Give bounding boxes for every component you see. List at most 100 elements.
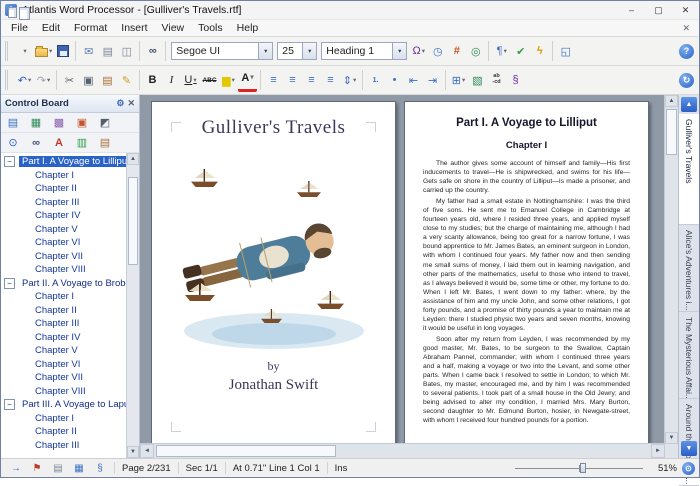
- binoculars-find-icon[interactable]: ∞: [143, 41, 162, 61]
- tree-part[interactable]: −Part III. A Voyage to Laputa, Balnib: [1, 398, 126, 412]
- binoculars-panel-icon[interactable]: ∞: [28, 135, 44, 151]
- statistics-panel-icon[interactable]: ▥: [74, 135, 90, 151]
- insert-hyperlink-icon[interactable]: ◎: [466, 41, 485, 61]
- tabs-scroll-up-button[interactable]: ▲: [681, 97, 697, 112]
- format-painter-icon[interactable]: ✎: [117, 70, 136, 90]
- dropdown-arrow-icon[interactable]: ▾: [250, 74, 253, 82]
- scroll-left-icon[interactable]: ◄: [140, 444, 154, 458]
- part-heading[interactable]: Part I. A Voyage to Lilliput: [423, 117, 630, 129]
- close-button[interactable]: ✕: [672, 1, 699, 19]
- tree-chapter[interactable]: Chapter VIII: [1, 385, 126, 399]
- zoom-options-icon[interactable]: ⊙: [682, 461, 695, 475]
- save-icon[interactable]: [53, 41, 72, 61]
- collapse-icon[interactable]: −: [4, 399, 15, 411]
- open-folder-icon[interactable]: ▾: [34, 41, 53, 61]
- highlight-icon[interactable]: ▆ ▾: [219, 70, 238, 90]
- body-paragraph[interactable]: The author gives some account of himself…: [423, 159, 630, 195]
- combo-arrow-icon[interactable]: ▾: [302, 43, 317, 59]
- paste-icon[interactable]: ▤: [98, 70, 117, 90]
- tree-chapter[interactable]: Chapter I: [1, 169, 126, 183]
- dropdown-arrow-icon[interactable]: ▾: [28, 76, 31, 84]
- document-tab[interactable]: Alice's Adventures i...: [679, 225, 699, 312]
- gallery-icon[interactable]: ▦: [28, 115, 44, 131]
- insert-mode-indicator[interactable]: Ins: [331, 463, 352, 474]
- dropdown-arrow-icon[interactable]: ▾: [47, 76, 50, 84]
- help-icon[interactable]: ?: [679, 43, 694, 59]
- scroll-up-icon[interactable]: ▲: [665, 95, 678, 107]
- tree-chapter[interactable]: Chapter III: [1, 317, 126, 331]
- strikethrough-icon[interactable]: ABC: [200, 70, 219, 90]
- autocorrect-icon[interactable]: ϟ: [530, 41, 549, 61]
- menu-tools[interactable]: Tools: [191, 22, 230, 34]
- zoom-slider-thumb[interactable]: [580, 463, 587, 473]
- jump-icon[interactable]: →: [8, 461, 24, 476]
- font-name-combo[interactable]: Segoe UI ▾: [171, 42, 274, 60]
- clipbook-icon[interactable]: ▤: [5, 115, 21, 131]
- formatting-marks-icon[interactable]: ¶ ▾: [492, 41, 511, 61]
- dropdown-arrow-icon[interactable]: ▾: [49, 47, 52, 55]
- print-icon[interactable]: ▤: [98, 41, 117, 61]
- numbered-list-icon[interactable]: 1.: [366, 70, 385, 90]
- close-document-icon[interactable]: ✕: [676, 23, 696, 34]
- maximize-button[interactable]: ▢: [645, 1, 672, 19]
- toolbar-handle[interactable]: [5, 41, 11, 61]
- dropdown-arrow-icon[interactable]: ▾: [232, 76, 235, 84]
- document-tab[interactable]: Gulliver's Travels: [679, 114, 699, 225]
- hyphenation-icon[interactable]: ab -cd: [487, 70, 506, 90]
- document-tab[interactable]: The Mysterious Affai...: [679, 312, 699, 399]
- new-document-icon[interactable]: ▾: [15, 7, 34, 61]
- tree-chapter[interactable]: Chapter VI: [1, 236, 126, 250]
- print-preview-icon[interactable]: ◫: [117, 41, 136, 61]
- increase-indent-icon[interactable]: ⇥: [423, 70, 442, 90]
- tree-chapter[interactable]: Chapter V: [1, 223, 126, 237]
- combo-arrow-icon[interactable]: ▾: [258, 43, 273, 59]
- scrollbar-thumb[interactable]: [156, 445, 336, 457]
- align-left-icon[interactable]: ≡: [264, 70, 283, 90]
- spellcheck-icon[interactable]: ✔: [511, 41, 530, 61]
- dropdown-arrow-icon[interactable]: ▾: [462, 76, 465, 84]
- tree-chapter[interactable]: Chapter IV: [1, 331, 126, 345]
- scrollbar-track[interactable]: [154, 444, 651, 458]
- minimize-button[interactable]: –: [618, 1, 645, 19]
- font-color-icon[interactable]: A ▾: [238, 69, 257, 92]
- content-page[interactable]: Part I. A Voyage to Lilliput Chapter I T…: [404, 101, 649, 444]
- fullscreen-icon[interactable]: ◱: [556, 41, 575, 61]
- scrollbar-thumb[interactable]: [128, 177, 138, 265]
- cut-icon[interactable]: ✂: [60, 70, 79, 90]
- insert-page-number-icon[interactable]: #: [447, 41, 466, 61]
- scrollbar-track[interactable]: [665, 107, 678, 432]
- line-spacing-icon[interactable]: ⇕ ▾: [340, 70, 359, 90]
- horizontal-scrollbar[interactable]: ◄ ►: [140, 443, 665, 458]
- menu-file[interactable]: File: [4, 22, 35, 34]
- map-icon[interactable]: ▩: [51, 115, 67, 131]
- tree-chapter[interactable]: Chapter I: [1, 412, 126, 426]
- align-justify-icon[interactable]: ≡: [321, 70, 340, 90]
- tree-chapter[interactable]: Chapter II: [1, 182, 126, 196]
- print-status-icon[interactable]: ▤: [50, 461, 66, 476]
- tree-chapter[interactable]: Chapter VIII: [1, 263, 126, 277]
- tree-chapter[interactable]: Chapter V: [1, 344, 126, 358]
- scrollbar-track[interactable]: [127, 165, 139, 446]
- email-icon[interactable]: ✉: [79, 41, 98, 61]
- tree-chapter[interactable]: Chapter VII: [1, 250, 126, 264]
- books-panel-icon[interactable]: ▤: [97, 135, 113, 151]
- scroll-right-icon[interactable]: ►: [651, 444, 665, 458]
- tree-chapter[interactable]: Chapter II: [1, 304, 126, 318]
- tree-chapter[interactable]: Chapter I: [1, 290, 126, 304]
- special-symbols-icon[interactable]: §: [506, 70, 525, 90]
- chapter-heading[interactable]: Chapter I: [423, 140, 630, 151]
- align-right-icon[interactable]: ≡: [302, 70, 321, 90]
- tree-part[interactable]: − Part I. A Voyage to Lilliput: [1, 155, 126, 169]
- book-title[interactable]: Gulliver's Travels: [152, 117, 395, 139]
- tree-part[interactable]: −Part II. A Voyage to Brobdingnag: [1, 277, 126, 291]
- toolbar-handle[interactable]: [5, 70, 11, 90]
- combo-arrow-icon[interactable]: ▾: [392, 43, 407, 59]
- menu-insert[interactable]: Insert: [114, 22, 154, 34]
- body-paragraph[interactable]: Soon after my return from Leyden, I was …: [423, 335, 630, 425]
- tabs-scroll-down-button[interactable]: ▼: [681, 441, 697, 456]
- body-paragraph[interactable]: My father had a small estate in Nottingh…: [423, 197, 630, 333]
- section-icon[interactable]: §: [92, 461, 108, 476]
- author-name[interactable]: Jonathan Swift: [152, 377, 395, 394]
- insert-symbol-icon[interactable]: Ω ▾: [409, 41, 428, 61]
- dropdown-arrow-icon[interactable]: ▾: [23, 47, 26, 55]
